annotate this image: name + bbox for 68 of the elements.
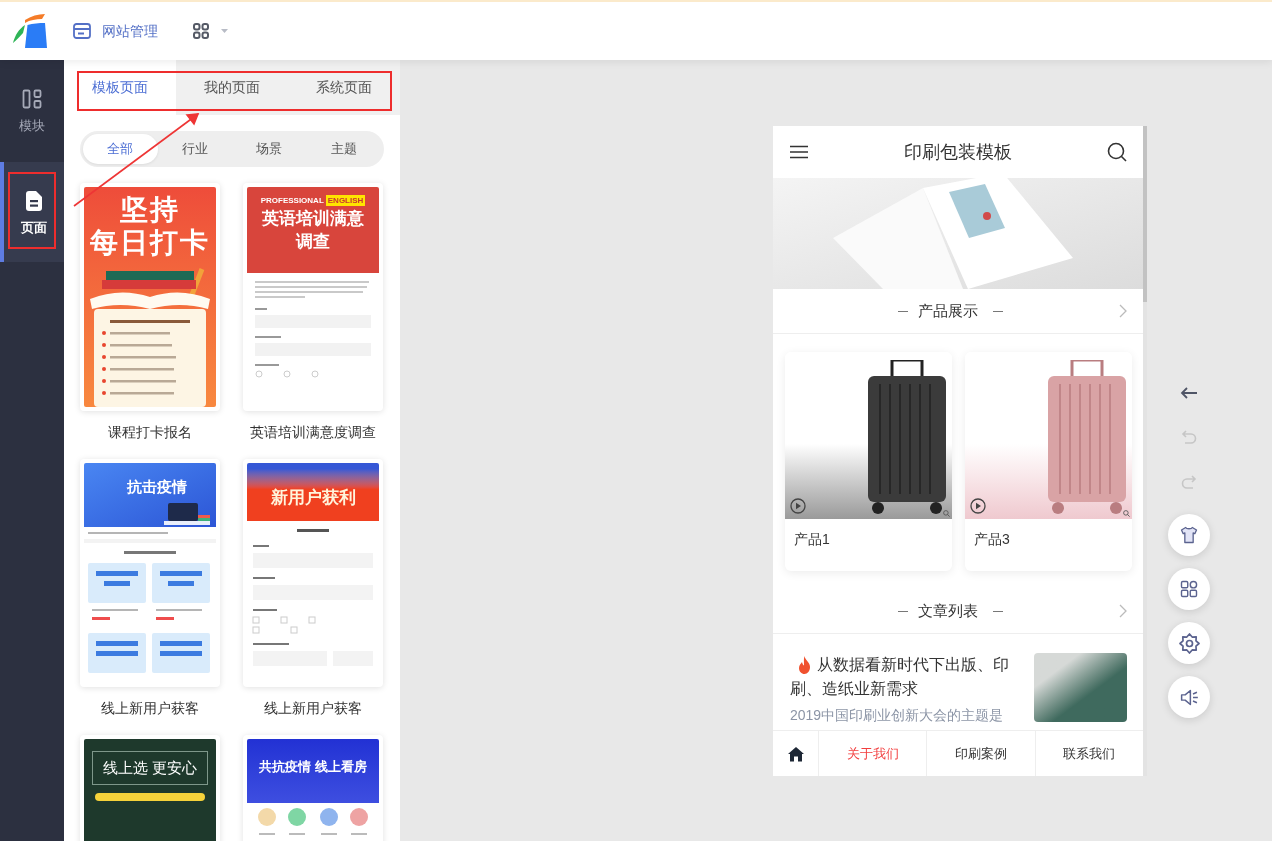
menu-icon[interactable]	[790, 145, 808, 159]
article-summary: 2019中国印刷业创新大会的主题是	[790, 706, 1005, 725]
sidebar-item[interactable]: 模块	[0, 60, 64, 160]
template-card[interactable]: PROFESSIONAL ENGLISH 英语培训满意 调查	[243, 183, 383, 411]
preview-headline: 新用户获利	[270, 487, 356, 509]
kicker-text: PROFESSIONAL	[260, 195, 324, 206]
template-card[interactable]: 新用户获利	[243, 459, 383, 687]
template-card[interactable]: 共抗疫情 线上看房	[243, 735, 383, 841]
filter-chip[interactable]: 主题	[306, 134, 381, 164]
nav-link[interactable]: 联系我们	[1034, 731, 1143, 776]
template-name: 线上新用户获客	[101, 699, 199, 718]
preview-headline: 线上选 更安心	[102, 758, 198, 778]
page-title: 印刷包装模板	[903, 140, 1012, 164]
tab[interactable]: 系统页面	[288, 60, 400, 115]
play-icon[interactable]	[970, 498, 986, 514]
preview-headline: 共抗疫情 线上看房	[259, 758, 367, 776]
nav-link[interactable]: 印刷案例	[926, 731, 1035, 776]
preview-headline: 调查	[296, 231, 330, 253]
laptop-drawing	[164, 503, 210, 525]
arrow-left-icon	[1180, 386, 1198, 400]
shirt-icon	[1179, 525, 1199, 545]
audio-button[interactable]	[1168, 676, 1210, 718]
settings-icon	[1178, 632, 1200, 654]
home-icon	[786, 745, 805, 762]
play-icon[interactable]	[790, 498, 806, 514]
section-title: 文章列表	[917, 600, 978, 621]
product-card[interactable]: 产品1	[785, 352, 952, 571]
product-name: 产品1	[794, 531, 830, 547]
product-card[interactable]: 产品3	[965, 352, 1132, 571]
browser-window-icon	[73, 23, 91, 39]
preview-headline: 每日打卡	[90, 226, 210, 259]
filter-chip[interactable]: 行业	[157, 134, 232, 164]
undo-icon	[1181, 430, 1197, 446]
scrollbar-thumb[interactable]	[1143, 126, 1147, 302]
article-title[interactable]: 从数据看新时代下出版、印刷、造纸业新需求	[790, 653, 1024, 701]
apps-menu-button[interactable]	[193, 23, 228, 39]
preview-badge: ENGLISH	[325, 195, 366, 206]
filter-chip[interactable]: 场景	[232, 134, 307, 164]
redo-icon	[1181, 475, 1197, 491]
theme-button[interactable]	[1168, 514, 1210, 556]
nav-link[interactable]: 关于我们	[818, 731, 927, 776]
preview-headline: 抗击疫情	[126, 477, 188, 497]
preview-headline: 坚持	[120, 193, 180, 226]
logo-icon	[12, 13, 48, 49]
template-name: 线上新用户获客	[264, 699, 362, 718]
zoom-icon[interactable]	[943, 510, 950, 517]
template-name: 课程打卡报名	[108, 423, 192, 442]
filter-chip[interactable]: 全部	[83, 134, 158, 164]
caret-icon	[221, 29, 228, 33]
product-name: 产品3	[974, 531, 1010, 547]
grid-icon	[1179, 579, 1199, 599]
blocks-icon	[22, 89, 42, 110]
search-icon[interactable]	[1107, 142, 1127, 162]
template-card[interactable]: 坚持 每日打卡	[80, 183, 220, 411]
section-title: 产品展示	[917, 300, 978, 321]
template-card[interactable]: 线上选 更安心	[80, 735, 220, 841]
tab[interactable]: 模板页面	[64, 60, 176, 115]
tab[interactable]: 我的页面	[176, 60, 288, 115]
grid-icon	[193, 23, 209, 39]
template-card[interactable]: 抗击疫情	[80, 459, 220, 687]
zoom-icon[interactable]	[1123, 510, 1130, 517]
components-button[interactable]	[1168, 568, 1210, 610]
preview-headline: 英语培训满意	[262, 208, 364, 230]
settings-button[interactable]	[1168, 622, 1210, 664]
template-name: 英语培训满意度调查	[250, 423, 376, 442]
document-icon	[26, 191, 42, 212]
nav-link[interactable]: 网站管理	[73, 20, 158, 42]
sidebar-item[interactable]: 页面	[0, 162, 64, 262]
